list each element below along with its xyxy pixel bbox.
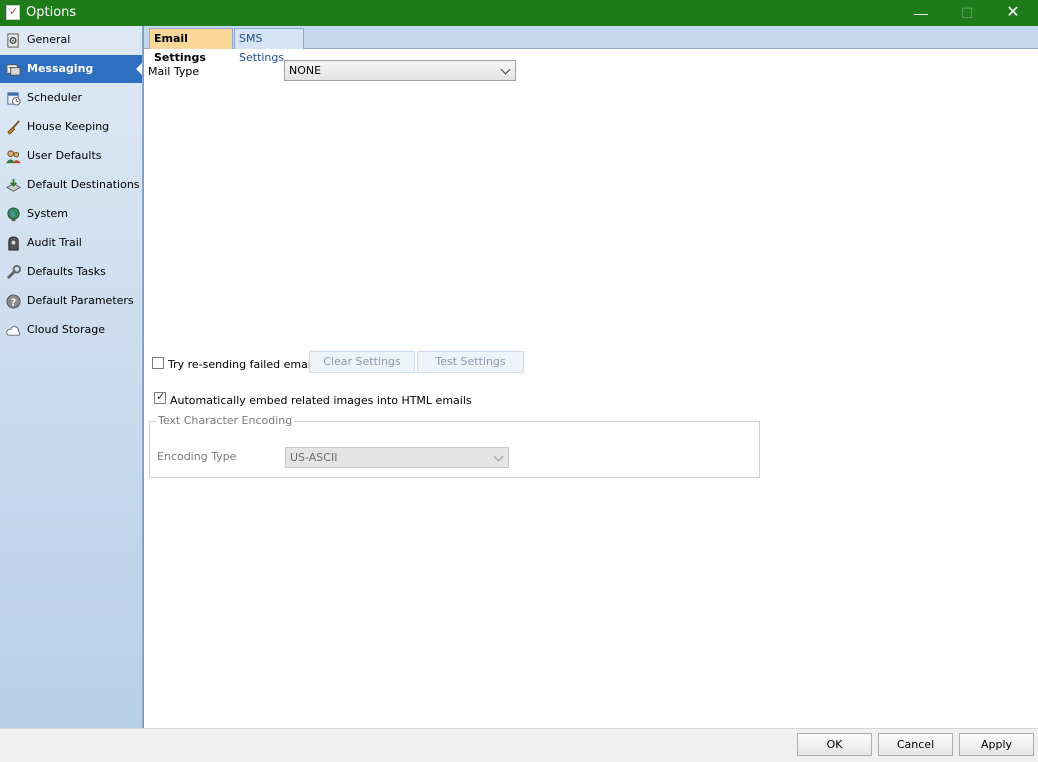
gear-icon — [7, 33, 19, 48]
app-checklist-icon — [6, 5, 20, 20]
embed-images-checkbox[interactable] — [154, 390, 166, 404]
chevron-down-icon — [493, 451, 504, 462]
clear-settings-button[interactable]: Clear Settings — [309, 351, 415, 373]
sidebar-item-label: Default Destinations — [27, 178, 140, 191]
sidebar-item-system[interactable]: System — [0, 200, 142, 228]
sidebar-nav: General Messaging Scheduler House Keepin… — [0, 26, 143, 728]
tab-email-settings[interactable]: Email Settings — [149, 28, 233, 64]
encoding-type-value: US-ASCII — [290, 451, 338, 464]
sidebar-item-cloud-storage[interactable]: Cloud Storage — [0, 316, 142, 344]
tasks-icon — [6, 265, 21, 280]
encoding-type-dropdown[interactable]: US-ASCII — [285, 447, 509, 468]
retry-failed-checkbox[interactable] — [152, 357, 164, 369]
sidebar-item-house-keeping[interactable]: House Keeping — [0, 113, 142, 141]
sidebar-item-default-destinations[interactable]: Default Destinations — [0, 171, 142, 199]
cloud-icon — [6, 326, 21, 336]
sidebar-item-defaults-tasks[interactable]: Defaults Tasks — [0, 258, 142, 286]
settings-panel: Email Settings SMS Settings Mail Type NO… — [143, 26, 1038, 728]
audit-icon — [8, 236, 19, 251]
broom-icon — [7, 120, 20, 135]
sidebar-item-label: Defaults Tasks — [27, 265, 106, 278]
sidebar-item-label: Scheduler — [27, 91, 83, 104]
sidebar-item-audit-trail[interactable]: Audit Trail — [0, 229, 142, 257]
maximize-button[interactable]: ☐ — [944, 0, 990, 26]
title-bar: Options — ☐ ✕ — [0, 0, 1038, 26]
mail-type-label: Mail Type — [148, 65, 200, 78]
sidebar-item-label: General — [27, 33, 71, 46]
tab-sms-settings[interactable]: SMS Settings — [234, 28, 304, 64]
sidebar-item-label: Audit Trail — [27, 236, 82, 249]
sidebar-item-label: Cloud Storage — [27, 323, 105, 336]
svg-text:?: ? — [11, 297, 16, 308]
sidebar-item-label: User Defaults — [27, 149, 102, 162]
messaging-icon — [6, 64, 21, 76]
mail-type-dropdown[interactable]: NONE — [284, 60, 516, 81]
sidebar-item-default-parameters[interactable]: ? Default Parameters — [0, 287, 142, 315]
apply-button[interactable]: Apply — [959, 733, 1034, 756]
mail-type-value: NONE — [289, 64, 322, 77]
test-settings-button[interactable]: Test Settings — [417, 351, 524, 373]
minimize-button[interactable]: — — [898, 0, 944, 26]
sidebar-item-general[interactable]: General — [0, 26, 142, 54]
encoding-type-label: Encoding Type — [157, 450, 237, 463]
sidebar-item-label: Messaging — [27, 62, 94, 75]
users-icon — [6, 150, 21, 164]
text-encoding-group: Text Character Encoding Encoding Type US… — [149, 414, 760, 478]
sidebar-item-scheduler[interactable]: Scheduler — [0, 84, 142, 112]
ok-button[interactable]: OK — [797, 733, 872, 756]
tab-strip: Email Settings SMS Settings — [144, 26, 1038, 64]
embed-images-label: Automatically embed related images into … — [170, 394, 472, 407]
help-icon: ? — [6, 294, 21, 309]
sidebar-item-label: Default Parameters — [27, 294, 134, 307]
sidebar-item-label: House Keeping — [27, 120, 110, 133]
cancel-button[interactable]: Cancel — [878, 733, 953, 756]
close-button[interactable]: ✕ — [990, 0, 1036, 26]
destination-icon — [6, 178, 21, 192]
retry-failed-label: Try re-sending failed emails — [168, 358, 320, 371]
sidebar-item-messaging[interactable]: Messaging — [0, 55, 142, 83]
chevron-down-icon — [500, 64, 511, 75]
dialog-button-bar: OK Cancel Apply — [0, 728, 1038, 762]
globe-icon — [7, 207, 20, 222]
window-title: Options — [26, 5, 77, 20]
encoding-group-title: Text Character Encoding — [156, 414, 295, 427]
sidebar-item-user-defaults[interactable]: User Defaults — [0, 142, 142, 170]
scheduler-icon — [7, 92, 21, 106]
sidebar-item-label: System — [27, 207, 69, 220]
